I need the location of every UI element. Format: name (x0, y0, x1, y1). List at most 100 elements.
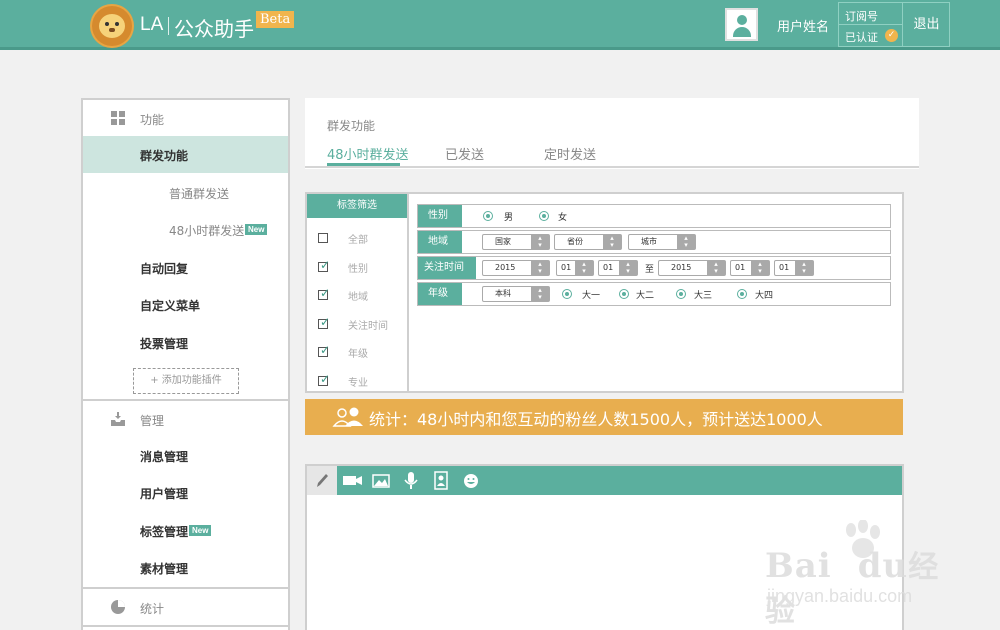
filter-option-grade[interactable]: ✓ 年级 (307, 341, 407, 361)
stats-banner: 统计：48小时内和您互动的粉丝人数1500人，预计送达1000人 (305, 399, 903, 435)
filter-option-major[interactable]: ✓ 专业 (307, 370, 407, 390)
province-select[interactable]: 省份 ▴ ▾ (554, 234, 622, 250)
filter-head: 标签筛选 (307, 194, 407, 218)
baidu-watermark: Bai du经验 jingyan.baidu.com (765, 520, 965, 629)
sidebar-item-vote-manage[interactable]: 投票管理 (83, 324, 288, 361)
sidebar-item-normal-send[interactable]: 普通群发送 (83, 174, 288, 211)
account-type: 订阅号 (845, 10, 878, 23)
filter-row-grade: 年级 本科 ▴ ▾ 大一 大二 大三 大四 (417, 282, 891, 306)
checkbox[interactable]: ✓ (318, 343, 331, 357)
tab-sent[interactable]: 已发送 (445, 144, 484, 163)
sidebar-item-tag-manage[interactable]: 标签管理 New (83, 512, 288, 549)
sidebar-item-48h-send[interactable]: 48小时群发送 New (83, 211, 288, 248)
new-badge: New (245, 224, 268, 235)
filter-option-follow-time[interactable]: ✓ 关注时间 (307, 313, 407, 333)
account-box: 订阅号 已认证 ✓ 退出 (838, 2, 950, 47)
sidebar-section-label: 管理 (140, 414, 165, 428)
watermark-brand: Bai (765, 546, 832, 586)
sidebar-section-function: 功能 (83, 100, 288, 136)
check-icon: ✓ (320, 372, 331, 386)
checkbox[interactable]: ✓ (318, 258, 331, 272)
check-icon: ✓ (320, 286, 331, 300)
add-plugin-button[interactable]: + 添加功能插件 (133, 368, 239, 394)
sidebar-section-label: 统计 (140, 602, 165, 616)
smiley-icon (464, 474, 478, 488)
radio-grade-2[interactable] (619, 289, 629, 299)
app-la: LA (140, 14, 164, 35)
watermark-brand-2: du (857, 546, 909, 586)
voice-tool[interactable] (396, 466, 426, 495)
tab-48h-send[interactable]: 48小时群发送 (327, 144, 409, 163)
tag-filter-panel: 标签筛选 全部 ✓ 性别 ✓ 地域 ✓ 关注时间 ✓ 年级 ✓ 专业 性别 男 女 地域 … (305, 192, 904, 393)
logout-button[interactable]: 退出 (903, 3, 950, 46)
radio-grade-1[interactable] (562, 289, 572, 299)
radio-female[interactable] (539, 211, 549, 221)
verified-label: 已认证 (845, 31, 878, 44)
from-month-select[interactable]: 01 ▴ ▾ (556, 260, 594, 276)
checkbox[interactable]: ✓ (318, 315, 331, 329)
sidebar-item-custom-menu[interactable]: 自定义菜单 (83, 286, 288, 323)
radio-grade-4[interactable] (737, 289, 747, 299)
country-select[interactable]: 国家 ▴ ▾ (482, 234, 550, 250)
filter-options: 标签筛选 全部 ✓ 性别 ✓ 地域 ✓ 关注时间 ✓ 年级 ✓ 专业 (307, 194, 409, 391)
grid-icon (111, 111, 125, 125)
sidebar-item-mass-send[interactable]: 群发功能 (83, 136, 288, 173)
degree-select[interactable]: 本科 ▴ ▾ (482, 286, 550, 302)
to-day-select[interactable]: 01 ▴ ▾ (774, 260, 814, 276)
to-month-select[interactable]: 01 ▴ ▾ (730, 260, 770, 276)
to-year-select[interactable]: 2015 ▴ ▾ (658, 260, 726, 276)
check-icon: ✓ (885, 29, 898, 42)
sidebar-section-stats: 统计 (83, 589, 288, 625)
filter-option-gender[interactable]: ✓ 性别 (307, 256, 407, 276)
filter-option-all[interactable]: 全部 (307, 227, 407, 247)
microphone-icon (404, 472, 418, 489)
filter-row-follow-time: 关注时间 2015 ▴ ▾ 01 ▴ ▾ 01 ▴ ▾ 至 2015 ▴ ▾ 01 ▴ ▾ 01 ▴ ▾ (417, 256, 891, 280)
text-tool[interactable] (307, 466, 337, 495)
main-header: 群发功能 48小时群发送 已发送 定时发送 (305, 98, 919, 169)
from-year-select[interactable]: 2015 ▴ ▾ (482, 260, 550, 276)
pencil-icon (317, 474, 328, 487)
sidebar-item-material-manage[interactable]: 素材管理 (83, 549, 288, 586)
avatar[interactable] (725, 8, 758, 41)
breadcrumb: 群发功能 (327, 119, 376, 133)
sidebar-section-manage: 管理 (83, 401, 288, 437)
radio-male[interactable] (483, 211, 493, 221)
checkbox[interactable] (318, 233, 328, 243)
editor-toolbar (307, 466, 902, 495)
stats-text: 统计：48小时内和您互动的粉丝人数1500人，预计送达1000人 (369, 410, 823, 429)
checkbox[interactable]: ✓ (318, 372, 331, 386)
check-icon: ✓ (320, 258, 331, 272)
sidebar-item-message-manage[interactable]: 消息管理 (83, 437, 288, 474)
check-icon: ✓ (320, 315, 331, 329)
app-title: 公众助手 (174, 17, 254, 41)
video-icon (343, 476, 362, 485)
watermark-url: jingyan.baidu.com (767, 586, 913, 606)
radio-grade-3[interactable] (676, 289, 686, 299)
sidebar-item-auto-reply[interactable]: 自动回复 (83, 249, 288, 286)
username[interactable]: 用户姓名 (777, 16, 829, 35)
from-day-select[interactable]: 01 ▴ ▾ (598, 260, 638, 276)
video-tool[interactable] (338, 466, 368, 495)
new-badge: New (189, 525, 212, 536)
checkbox[interactable]: ✓ (318, 286, 331, 300)
lion-logo-icon (90, 4, 134, 48)
image-tool[interactable] (366, 466, 396, 495)
emoji-tool[interactable] (456, 466, 486, 495)
top-header: LA 公众助手 Beta 用户姓名 订阅号 已认证 ✓ 退出 (0, 0, 1000, 50)
sidebar-item-user-manage[interactable]: 用户管理 (83, 474, 288, 511)
filter-row-region: 地域 国家 ▴ ▾ 省份 ▴ ▾ 城市 ▴ ▾ (417, 230, 891, 254)
pie-chart-icon (111, 600, 125, 614)
sidebar-section-label: 功能 (140, 113, 165, 127)
card-tool[interactable] (426, 466, 456, 495)
tab-scheduled[interactable]: 定时发送 (544, 144, 596, 163)
city-select[interactable]: 城市 ▴ ▾ (628, 234, 696, 250)
inbox-download-icon (111, 412, 125, 426)
check-icon: ✓ (320, 343, 331, 357)
beta-badge: Beta (256, 11, 295, 28)
id-card-icon (434, 471, 448, 490)
people-icon (332, 407, 363, 427)
title-divider (168, 17, 169, 35)
filter-option-region[interactable]: ✓ 地域 (307, 284, 407, 304)
filter-row-gender: 性别 男 女 (417, 204, 891, 228)
sidebar: 功能 群发功能 普通群发送 48小时群发送 New 自动回复 自定义菜单 投票管… (81, 98, 290, 630)
